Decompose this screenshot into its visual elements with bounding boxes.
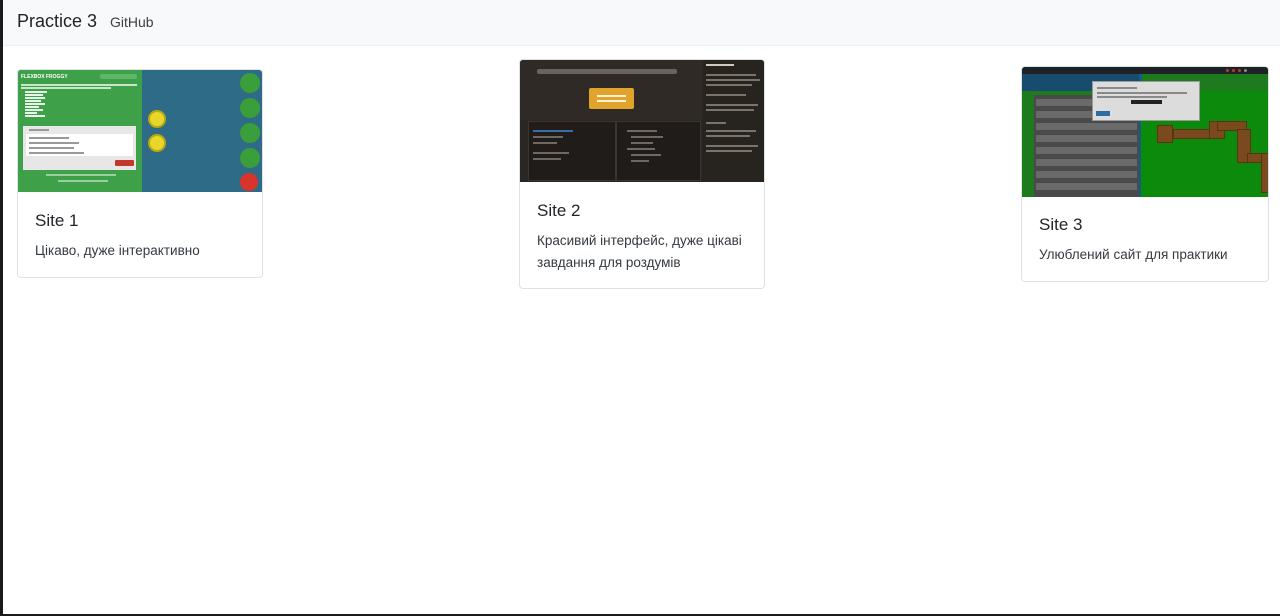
nav-link-github[interactable]: GitHub <box>110 14 154 30</box>
card-text: Цікаво, дуже інтерактивно <box>35 243 200 258</box>
site-3-screenshot <box>1022 67 1268 197</box>
site-2-screenshot <box>520 60 764 182</box>
card-title: Site 1 <box>35 211 79 230</box>
card-text: Красивий інтерфейс, дуже цікаві завдання… <box>537 233 742 270</box>
site-card-3[interactable]: Site 3 Улюблений сайт для практики <box>1021 66 1269 282</box>
card-text: Улюблений сайт для практики <box>1039 247 1228 262</box>
top-navbar: Practice 3 GitHub <box>3 0 1280 46</box>
card-title: Site 3 <box>1039 215 1083 234</box>
site-1-screenshot: FLEXBOX FROGGY <box>18 70 262 192</box>
navbar-brand[interactable]: Practice 3 <box>17 11 97 32</box>
card-title: Site 2 <box>537 201 581 220</box>
site-card-2[interactable]: Site 2 Красивий інтерфейс, дуже цікаві з… <box>519 59 765 289</box>
site-card-1[interactable]: FLEXBOX FROGGY Site 1 Цікаво, дуже інтер… <box>17 69 263 278</box>
